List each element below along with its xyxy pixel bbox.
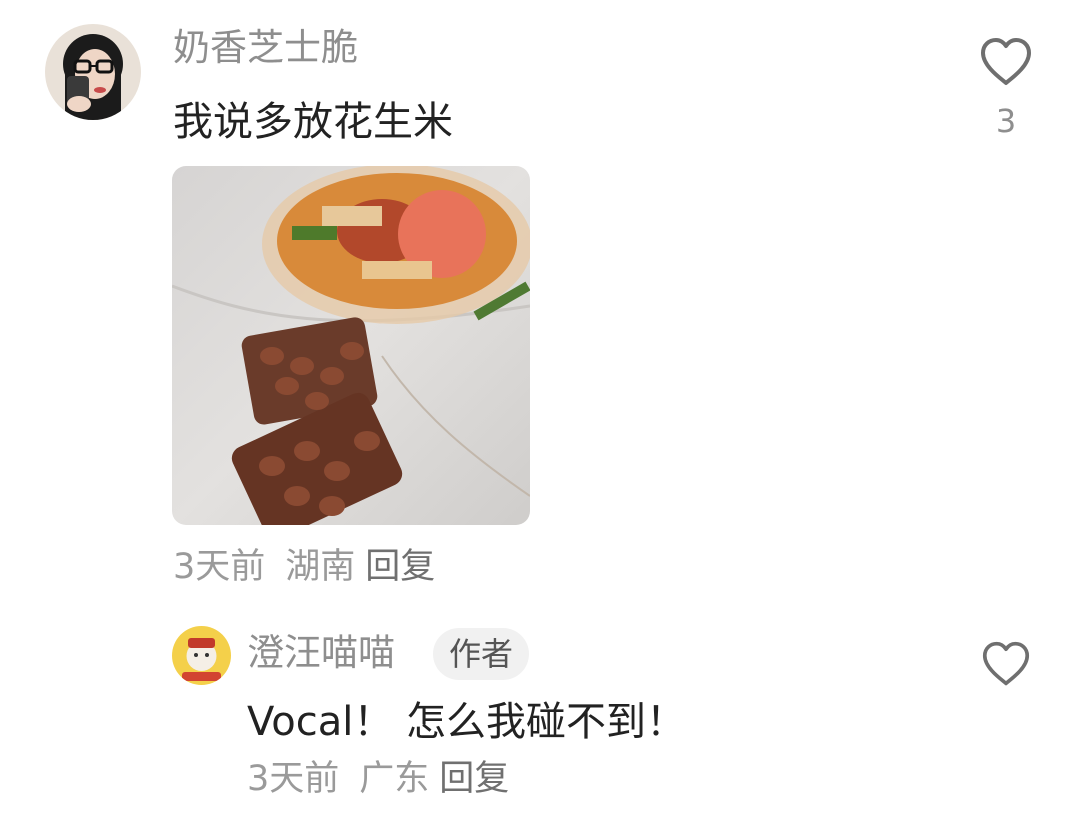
comment-image[interactable]	[172, 166, 530, 525]
heart-outline-icon	[981, 38, 1031, 85]
username[interactable]: 澄汪喵喵	[247, 627, 395, 679]
author-badge: 作者	[433, 628, 530, 680]
comment-meta: 3天前 广东 回复	[247, 754, 509, 804]
comment-location: 湖南	[285, 547, 356, 587]
comment-location: 广东	[359, 759, 430, 799]
heart-outline-icon	[982, 641, 1030, 686]
comment-meta: 3天前 湖南 回复	[173, 542, 435, 592]
comment-time: 3天前	[173, 547, 266, 587]
like-count: 3	[995, 102, 1017, 140]
reply-button[interactable]: 回复	[365, 547, 435, 587]
avatar[interactable]	[45, 24, 141, 120]
reply-button[interactable]: 回复	[439, 759, 509, 799]
comment-time: 3天前	[247, 759, 340, 799]
like-button[interactable]	[980, 640, 1032, 688]
username[interactable]: 奶香芝士脆	[173, 22, 358, 74]
like-button[interactable]	[978, 36, 1034, 88]
comment-text: 我说多放花生米	[173, 99, 453, 145]
comment-text: Vocal！ 怎么我碰不到！	[247, 699, 687, 745]
avatar[interactable]	[172, 626, 231, 685]
